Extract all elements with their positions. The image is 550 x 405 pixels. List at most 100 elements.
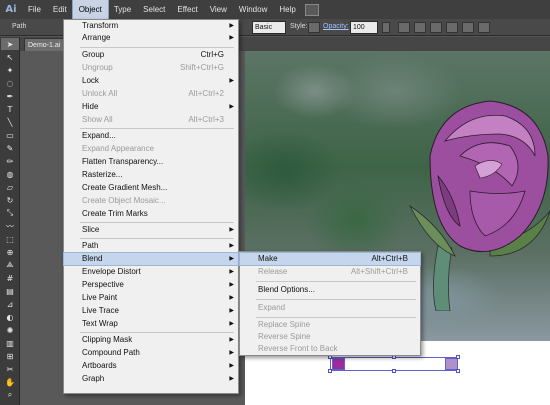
magic-wand-tool-icon[interactable]: ✦ <box>1 64 19 76</box>
perspective-grid-tool-icon[interactable]: ⟁ <box>1 259 19 271</box>
menu-separator <box>80 332 234 333</box>
align-icon[interactable] <box>414 22 426 33</box>
menu-item-path[interactable]: Path ▶ <box>64 240 238 252</box>
edit-contents-icon[interactable] <box>462 22 474 33</box>
scale-tool-icon[interactable]: ⤡ <box>1 207 19 219</box>
menu-edit[interactable]: Edit <box>47 0 73 19</box>
menu-item-perspective[interactable]: Perspective ▶ <box>64 279 238 291</box>
selection-tool-icon[interactable]: ➤ <box>1 38 19 50</box>
mesh-tool-icon[interactable]: # <box>1 272 19 284</box>
menu-effect[interactable]: Effect <box>171 0 203 19</box>
tools-panel: ➤ ↖ ✦ ◌ ✒ T ╲ ▭ ✎ ✏ ◍ ▱ ↻ ⤡ 〰 ⬚ ⊕ ⟁ # ▤ … <box>0 37 20 405</box>
opacity-dropdown-arrow-icon[interactable] <box>382 22 390 33</box>
symbol-sprayer-tool-icon[interactable]: ✺ <box>1 324 19 336</box>
gradient-tool-icon[interactable]: ▤ <box>1 285 19 297</box>
menu-item-lock[interactable]: Lock ▶ <box>64 75 238 87</box>
bounding-handle[interactable] <box>392 369 396 373</box>
menu-item-flatten-transparency[interactable]: Flatten Transparency... <box>64 156 238 168</box>
menu-item-rasterize[interactable]: Rasterize... <box>64 169 238 181</box>
menu-item-slice[interactable]: Slice ▶ <box>64 224 238 236</box>
menu-item-blend-expand[interactable]: Expand <box>240 302 420 314</box>
menu-file[interactable]: File <box>22 0 47 19</box>
menu-item-text-wrap[interactable]: Text Wrap ▶ <box>64 318 238 330</box>
illustrator-window: Ai File Edit Object Type Select Effect V… <box>0 0 550 405</box>
menu-item-envelope-distort[interactable]: Envelope Distort ▶ <box>64 266 238 278</box>
rectangle-tool-icon[interactable]: ▭ <box>1 129 19 141</box>
bounding-handle[interactable] <box>328 369 332 373</box>
menu-item-unlock-all[interactable]: Unlock All Alt+Ctrl+2 <box>64 88 238 100</box>
bridge-icon[interactable] <box>304 3 319 16</box>
type-tool-icon[interactable]: T <box>1 103 19 115</box>
menu-bar: Ai File Edit Object Type Select Effect V… <box>0 0 550 20</box>
shape-builder-tool-icon[interactable]: ⊕ <box>1 246 19 258</box>
menu-separator <box>80 222 234 223</box>
menu-item-create-trim-marks[interactable]: Create Trim Marks <box>64 208 238 220</box>
menu-item-blend-options[interactable]: Blend Options... <box>240 284 420 296</box>
object-menu-dropdown: Transform ▶ Arrange ▶ Group Ctrl+G Ungroup S… <box>63 19 239 394</box>
artboard-tool-icon[interactable]: ⊞ <box>1 350 19 362</box>
menu-object[interactable]: Object <box>71 0 109 20</box>
menu-view[interactable]: View <box>204 0 233 19</box>
blend-tool-icon[interactable]: ◐ <box>1 311 19 323</box>
rotate-tool-icon[interactable]: ↻ <box>1 194 19 206</box>
menu-item-replace-spine[interactable]: Replace Spine <box>240 319 420 331</box>
eraser-tool-icon[interactable]: ▱ <box>1 181 19 193</box>
transform-icon[interactable] <box>430 22 442 33</box>
isolate-icon[interactable] <box>446 22 458 33</box>
column-graph-tool-icon[interactable]: ▥ <box>1 337 19 349</box>
menu-item-ungroup[interactable]: Ungroup Shift+Ctrl+G <box>64 62 238 74</box>
paintbrush-tool-icon[interactable]: ✎ <box>1 142 19 154</box>
line-tool-icon[interactable]: ╲ <box>1 116 19 128</box>
menu-item-expand-appearance[interactable]: Expand Appearance <box>64 143 238 155</box>
pencil-tool-icon[interactable]: ✏ <box>1 155 19 167</box>
opacity-link[interactable]: Opacity: <box>323 23 349 30</box>
pen-tool-icon[interactable]: ✒ <box>1 90 19 102</box>
menu-type[interactable]: Type <box>108 0 137 19</box>
menu-item-create-object-mosaic[interactable]: Create Object Mosaic... <box>64 195 238 207</box>
menu-item-compound-path[interactable]: Compound Path ▶ <box>64 347 238 359</box>
slice-tool-icon[interactable]: ✂ <box>1 363 19 375</box>
menu-item-live-paint[interactable]: Live Paint ▶ <box>64 292 238 304</box>
menu-select[interactable]: Select <box>137 0 171 19</box>
menu-item-hide[interactable]: Hide ▶ <box>64 101 238 113</box>
menu-item-reverse-front-to-back[interactable]: Reverse Front to Back <box>240 343 420 355</box>
menu-window[interactable]: Window <box>233 0 273 19</box>
menu-item-group[interactable]: Group Ctrl+G <box>64 49 238 61</box>
recolor-artwork-icon[interactable] <box>398 22 410 33</box>
style-label: Style: <box>290 23 308 30</box>
menu-item-graph[interactable]: Graph ▶ <box>64 373 238 385</box>
menu-separator <box>256 317 416 318</box>
menu-item-live-trace[interactable]: Live Trace ▶ <box>64 305 238 317</box>
zoom-tool-icon[interactable]: ⌕ <box>1 389 19 401</box>
bounding-handle[interactable] <box>456 369 460 373</box>
menu-item-create-gradient-mesh[interactable]: Create Gradient Mesh... <box>64 182 238 194</box>
blend-start-square[interactable] <box>332 358 345 370</box>
menu-item-reverse-spine[interactable]: Reverse Spine <box>240 331 420 343</box>
menu-separator <box>256 299 416 300</box>
menu-item-artboards[interactable]: Artboards ▶ <box>64 360 238 372</box>
menu-separator <box>80 238 234 239</box>
menu-item-expand[interactable]: Expand... <box>64 130 238 142</box>
hand-tool-icon[interactable]: ✋ <box>1 376 19 388</box>
opacity-field[interactable]: 100 <box>350 21 378 34</box>
direct-selection-tool-icon[interactable]: ↖ <box>1 51 19 63</box>
panel-menu-icon[interactable] <box>478 22 490 33</box>
rose-illustration <box>408 100 550 311</box>
menu-item-blend-release[interactable]: Release Alt+Shift+Ctrl+B <box>240 266 420 278</box>
free-transform-tool-icon[interactable]: ⬚ <box>1 233 19 245</box>
lasso-tool-icon[interactable]: ◌ <box>1 77 19 89</box>
menu-item-arrange[interactable]: Arrange ▶ <box>64 32 238 44</box>
blob-brush-tool-icon[interactable]: ◍ <box>1 168 19 180</box>
brush-definition-dropdown[interactable]: Basic <box>252 21 286 34</box>
menu-item-show-all[interactable]: Show All Alt+Ctrl+3 <box>64 114 238 126</box>
menu-item-blend-make[interactable]: Make Alt+Ctrl+B <box>239 252 421 266</box>
menu-separator <box>256 281 416 282</box>
graphic-style-swatch-icon[interactable] <box>308 22 320 33</box>
bounding-handle[interactable] <box>456 355 460 359</box>
warp-tool-icon[interactable]: 〰 <box>1 220 19 232</box>
menu-item-transform[interactable]: Transform ▶ <box>64 20 238 32</box>
menu-item-clipping-mask[interactable]: Clipping Mask ▶ <box>64 334 238 346</box>
eyedropper-tool-icon[interactable]: ⊿ <box>1 298 19 310</box>
menu-item-blend[interactable]: Blend ▶ <box>63 252 239 266</box>
menu-help[interactable]: Help <box>273 0 301 19</box>
